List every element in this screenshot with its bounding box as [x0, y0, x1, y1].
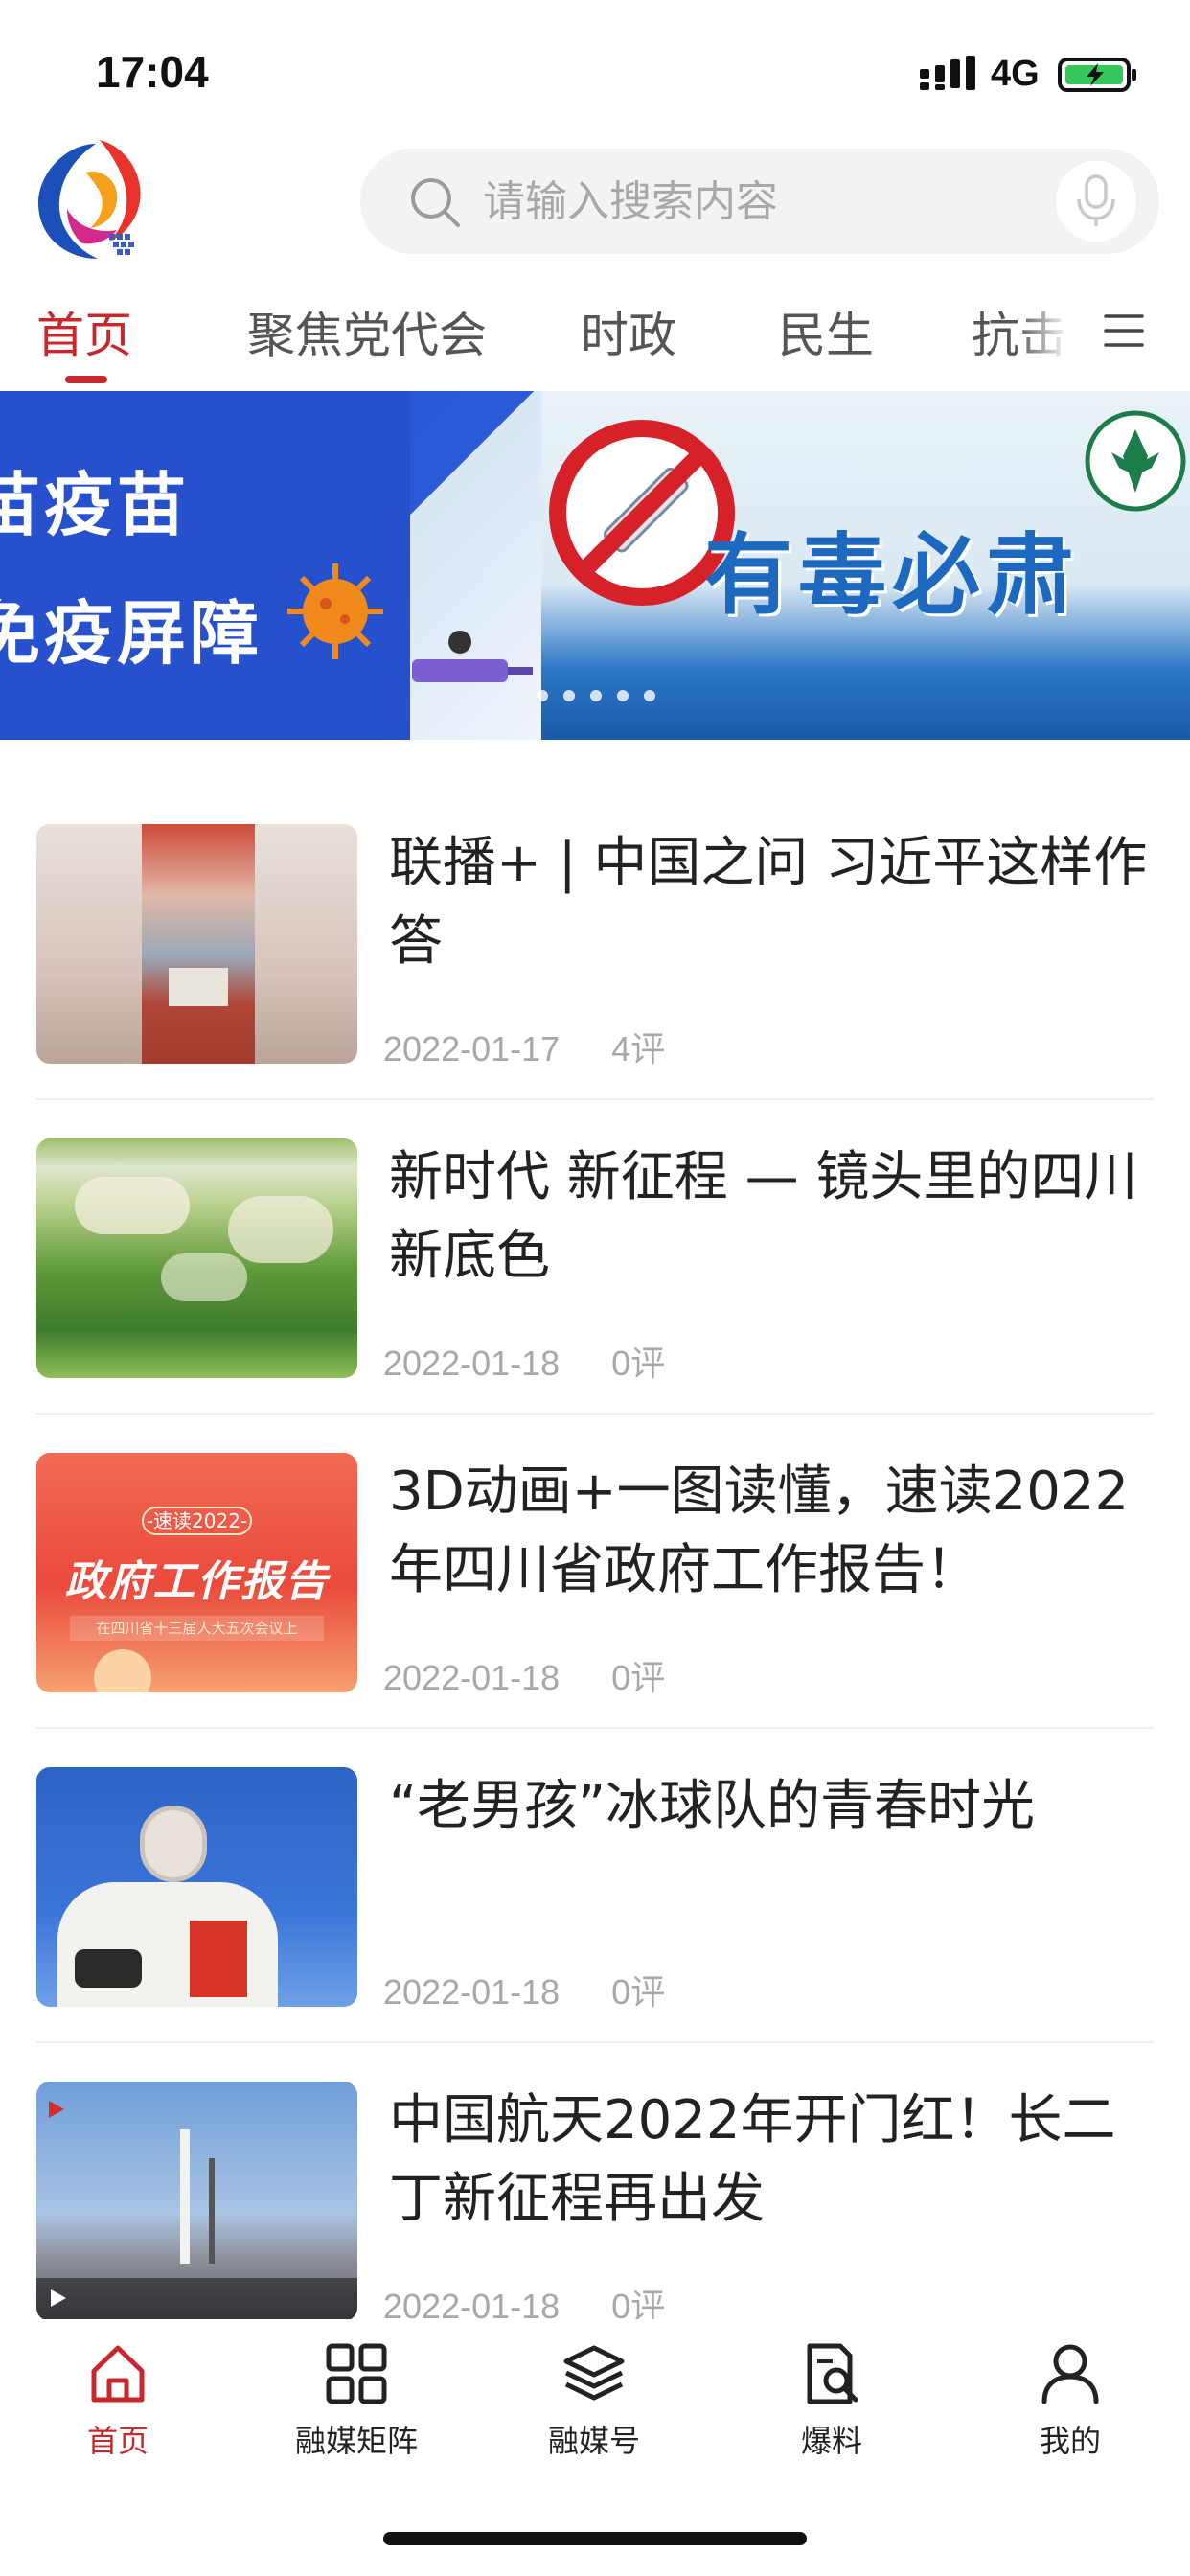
news-date: 2022-01-18 — [383, 1658, 561, 1697]
player-glove — [75, 1949, 142, 1988]
banner-vaccine-line1: 苗疫苗 — [0, 465, 191, 545]
news-thumbnail — [36, 824, 357, 1064]
news-thumbnail: -速读2022- 政府工作报告 在四川省十三届人大五次会议上 — [36, 1453, 357, 1692]
grid-icon — [326, 2343, 387, 2404]
carousel-dot[interactable] — [537, 690, 548, 702]
search-icon — [411, 178, 460, 227]
network-type: 4G — [991, 54, 1040, 94]
active-tab-indicator — [65, 376, 107, 383]
news-item[interactable]: “老男孩”冰球队的青春时光 2022-01-18 0评 — [36, 1748, 1154, 2062]
news-comments: 0评 — [611, 1658, 666, 1697]
rocket-shape — [180, 2129, 190, 2264]
signal-icon — [920, 56, 975, 90]
news-date: 2022-01-18 — [383, 1972, 561, 2012]
news-comments: 0评 — [611, 1972, 666, 2012]
news-title[interactable]: 3D动画+一图读懂，速读2022年四川省政府工作报告！ — [389, 1453, 1156, 1610]
banner-carousel[interactable]: 苗疫苗 免疫屏障 有毒必肃 — [0, 391, 1190, 740]
home-icon — [91, 2345, 145, 2403]
news-item[interactable]: -速读2022- 政府工作报告 在四川省十三届人大五次会议上 3D动画+一图读懂… — [36, 1434, 1154, 1748]
poster-image — [142, 824, 255, 1064]
nav-label: 融媒矩阵 — [294, 2423, 418, 2459]
search-bar[interactable]: 请输入搜索内容 — [360, 149, 1159, 254]
voice-search-button[interactable] — [1056, 161, 1136, 242]
nav-label: 首页 — [86, 2423, 149, 2459]
news-item[interactable]: 联播+ | 中国之问 习近平这样作答 2022-01-17 4评 — [36, 805, 1154, 1119]
carousel-dot[interactable] — [644, 690, 655, 702]
carousel-dot[interactable] — [563, 690, 575, 702]
nav-home[interactable]: 首页 — [12, 2340, 223, 2484]
nav-label: 我的 — [1039, 2423, 1101, 2459]
building-shape — [169, 968, 228, 1006]
home-indicator[interactable] — [383, 2532, 807, 2545]
channel-tabs: 首页 聚焦党代会 时政 民生 抗击 — [0, 288, 1190, 393]
cloud-shape — [228, 1196, 333, 1263]
news-date: 2022-01-18 — [383, 1344, 561, 1383]
nav-media-matrix[interactable]: 融媒矩阵 — [251, 2340, 462, 2484]
tab-politics[interactable]: 时政 — [581, 297, 676, 366]
virus-icon — [287, 564, 383, 659]
cloud-shape — [75, 1177, 190, 1234]
microphone-icon — [1077, 174, 1115, 226]
carousel-dot[interactable] — [617, 690, 629, 702]
news-title[interactable]: 联播+ | 中国之问 习近平这样作答 — [389, 824, 1156, 981]
thumb-title: 政府工作报告 — [64, 1557, 330, 1606]
battery-charging-icon — [1058, 58, 1136, 92]
status-time: 17:04 — [96, 47, 209, 97]
nav-profile[interactable]: 我的 — [965, 2340, 1176, 2484]
news-comments: 4评 — [611, 1029, 666, 1069]
news-thumbnail — [36, 1138, 357, 1378]
news-meta: 2022-01-18 0评 — [383, 1336, 665, 1386]
menu-icon[interactable] — [1102, 309, 1146, 353]
news-title[interactable]: 中国航天2022年开门红！长二丁新征程再出发 — [389, 2082, 1156, 2239]
banner-drug-text: 有毒必肃 — [704, 524, 1081, 627]
banner-vaccine-line2: 免疫屏障 — [0, 593, 263, 674]
banner-slide-vaccine[interactable]: 苗疫苗 免疫屏障 — [0, 391, 541, 740]
tabs-fade — [1016, 288, 1092, 383]
divider — [36, 1727, 1154, 1729]
news-item[interactable]: 新时代 新征程 — 镜头里的四川新底色 2022-01-18 0评 — [36, 1119, 1154, 1434]
syringe-icon — [412, 631, 533, 682]
news-meta: 2022-01-18 0评 — [383, 1650, 665, 1700]
banner-slide-drug[interactable]: 有毒必肃 — [541, 391, 1190, 740]
status-bar: 17:04 4G — [0, 0, 1190, 144]
thumb-tag: -速读2022- — [142, 1506, 252, 1535]
nav-label: 融媒号 — [547, 2423, 640, 2459]
news-meta: 2022-01-18 0评 — [383, 1965, 665, 2014]
news-meta: 2022-01-17 4评 — [383, 1022, 665, 1071]
divider — [36, 2041, 1154, 2043]
sun-shape — [94, 1649, 151, 1692]
cloud-shape — [161, 1254, 247, 1301]
thumb-subtitle: 在四川省十三届人大五次会议上 — [70, 1616, 324, 1641]
video-controls-bar — [36, 2278, 357, 2321]
search-input[interactable]: 请输入搜索内容 — [483, 175, 778, 229]
news-date: 2022-01-17 — [383, 1029, 561, 1069]
divider — [36, 1413, 1154, 1414]
jersey-lettering — [190, 1920, 247, 1997]
nav-media-account[interactable]: 融媒号 — [489, 2340, 699, 2484]
agency-emblem-icon — [1085, 410, 1186, 512]
layers-icon — [563, 2345, 625, 2401]
play-icon — [51, 2289, 66, 2307]
news-title[interactable]: 新时代 新征程 — 镜头里的四川新底色 — [389, 1138, 1156, 1296]
tab-party-congress[interactable]: 聚焦党代会 — [247, 297, 487, 366]
divider — [36, 1098, 1154, 1100]
source-logo-icon — [49, 2101, 64, 2118]
player-helmet — [140, 1806, 207, 1882]
report-search-icon — [807, 2343, 858, 2404]
news-thumbnail — [36, 2082, 357, 2321]
app-logo[interactable] — [29, 134, 168, 268]
carousel-dots — [537, 690, 671, 709]
launch-tower — [209, 2158, 215, 2264]
news-thumbnail — [36, 1767, 357, 2007]
news-title[interactable]: “老男孩”冰球队的青春时光 — [389, 1767, 1156, 1846]
tab-home[interactable]: 首页 — [36, 297, 132, 366]
source-logo — [46, 2099, 113, 2120]
nav-report[interactable]: 爆料 — [726, 2340, 937, 2484]
user-icon — [1041, 2344, 1099, 2404]
nav-label: 爆料 — [800, 2423, 862, 2459]
tab-livelihood[interactable]: 民生 — [778, 297, 874, 366]
carousel-dot[interactable] — [590, 690, 602, 702]
news-comments: 0评 — [611, 1344, 666, 1383]
